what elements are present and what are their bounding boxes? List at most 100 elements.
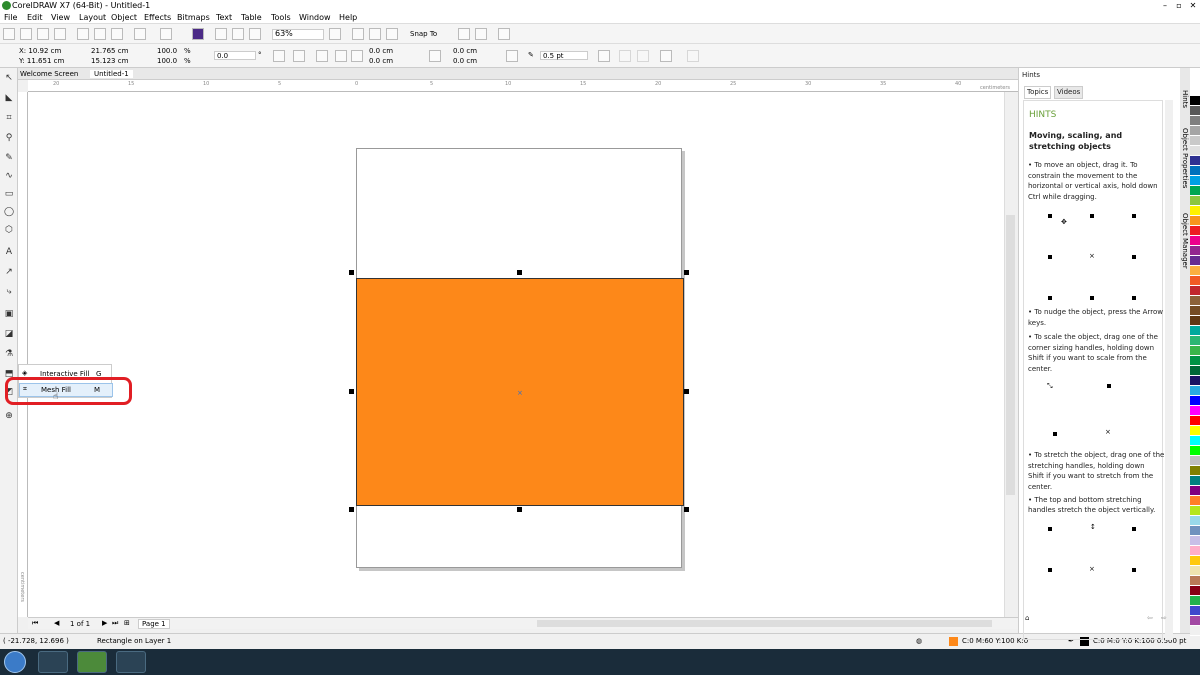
add-tool-icon[interactable]: ⊕ (3, 410, 15, 422)
fill-color-swatch[interactable] (949, 637, 958, 646)
palette-swatch[interactable] (1190, 126, 1200, 136)
palette-swatch[interactable] (1190, 446, 1200, 456)
hints-scrollbar[interactable] (1165, 100, 1173, 640)
text-tool-icon[interactable]: A (3, 246, 15, 258)
page-tab[interactable]: Page 1 (138, 619, 170, 629)
artistic-media-icon[interactable]: ∿ (3, 170, 15, 182)
search-content-icon[interactable] (192, 28, 204, 40)
menu-object[interactable]: Object (111, 13, 137, 22)
palette-swatch[interactable] (1190, 236, 1200, 246)
shape-tool-icon[interactable]: ◣ (3, 92, 15, 104)
palette-swatch[interactable] (1190, 536, 1200, 546)
palette-swatch[interactable] (1190, 556, 1200, 566)
corner-radius-bottom-left[interactable]: 0.0 cm (369, 57, 393, 65)
open-icon[interactable] (20, 28, 32, 40)
tab-topics[interactable]: Topics (1024, 86, 1052, 99)
palette-swatch[interactable] (1190, 376, 1200, 386)
vtab-hints[interactable]: Hints (1181, 90, 1189, 108)
handle-top-center[interactable] (517, 270, 522, 275)
palette-swatch[interactable] (1190, 516, 1200, 526)
hints-back-icon[interactable]: ⇦ (1147, 613, 1153, 624)
relative-corner-scaling-icon[interactable] (506, 50, 518, 62)
palette-swatch[interactable] (1190, 206, 1200, 216)
chamfered-corner-icon[interactable] (351, 50, 363, 62)
tab-welcome-screen[interactable]: Welcome Screen (20, 70, 78, 78)
palette-swatch[interactable] (1190, 436, 1200, 446)
menu-tools[interactable]: Tools (271, 13, 291, 22)
scalloped-corner-icon[interactable] (335, 50, 347, 62)
quick-customize-prop-icon[interactable] (687, 50, 699, 62)
tab-videos[interactable]: Videos (1054, 86, 1084, 99)
ellipse-tool-icon[interactable]: ◯ (3, 206, 15, 218)
palette-swatch[interactable] (1190, 506, 1200, 516)
handle-bottom-center[interactable] (517, 507, 522, 512)
taskbar-corel-capture-icon[interactable] (38, 651, 68, 673)
lock-ratio-icon[interactable] (429, 50, 441, 62)
palette-swatch[interactable] (1190, 356, 1200, 366)
application-launcher-icon[interactable] (475, 28, 487, 40)
palette-swatch[interactable] (1190, 106, 1200, 116)
width-field[interactable]: 21.765 cm (91, 47, 128, 55)
connector-tool-icon[interactable]: ⤷ (3, 286, 15, 298)
palette-swatch[interactable] (1190, 496, 1200, 506)
new-document-icon[interactable] (3, 28, 15, 40)
crop-tool-icon[interactable]: ⌗ (3, 112, 15, 124)
palette-swatch[interactable] (1190, 616, 1200, 626)
handle-top-left[interactable] (349, 270, 354, 275)
palette-swatch[interactable] (1190, 466, 1200, 476)
show-grid-icon[interactable] (369, 28, 381, 40)
snap-to-menu[interactable]: Snap To (410, 30, 437, 38)
outline-width-select[interactable]: 0.5 pt (540, 51, 588, 60)
palette-swatch[interactable] (1190, 316, 1200, 326)
redo-icon[interactable] (160, 28, 172, 40)
options-icon[interactable] (458, 28, 470, 40)
palette-swatch[interactable] (1190, 146, 1200, 156)
palette-swatch[interactable] (1190, 176, 1200, 186)
scale-x-field[interactable]: 100.0 (157, 47, 177, 55)
palette-swatch[interactable] (1190, 596, 1200, 606)
publish-pdf-icon[interactable] (249, 28, 261, 40)
transparency-icon[interactable]: ◪ (3, 328, 15, 340)
rectangle-tool-icon[interactable]: ▭ (3, 188, 15, 200)
palette-swatch[interactable] (1190, 296, 1200, 306)
tab-untitled-1[interactable]: Untitled-1 (90, 70, 133, 78)
handle-bottom-left[interactable] (349, 507, 354, 512)
parallel-dimension-icon[interactable]: ↗ (3, 266, 15, 278)
palette-swatch[interactable] (1190, 196, 1200, 206)
taskbar-coreldraw-icon[interactable] (77, 651, 107, 673)
print-icon[interactable] (54, 28, 66, 40)
menu-layout[interactable]: Layout (79, 13, 106, 22)
palette-swatch[interactable] (1190, 486, 1200, 496)
horizontal-ruler[interactable]: 20 15 10 5 0 5 10 15 20 25 30 35 40 cent… (28, 80, 1018, 92)
text-wrap-icon[interactable] (598, 50, 610, 62)
vertical-scroll-thumb[interactable] (1006, 215, 1015, 495)
palette-swatch[interactable] (1190, 246, 1200, 256)
corner-radius-bottom-right[interactable]: 0.0 cm (453, 57, 477, 65)
quick-customize-icon[interactable] (498, 28, 510, 40)
palette-swatch[interactable] (1190, 256, 1200, 266)
freehand-tool-icon[interactable]: ✎ (3, 152, 15, 164)
corner-radius-top-right[interactable]: 0.0 cm (453, 47, 477, 55)
palette-swatch[interactable] (1190, 336, 1200, 346)
palette-swatch[interactable] (1190, 476, 1200, 486)
palette-swatch[interactable] (1190, 156, 1200, 166)
x-position-field[interactable]: X: 10.92 cm (19, 47, 61, 55)
palette-swatch[interactable] (1190, 566, 1200, 576)
hints-home-icon[interactable]: ⌂ (1025, 613, 1029, 624)
prev-page-icon[interactable]: ◀ (54, 619, 59, 627)
palette-swatch[interactable] (1190, 306, 1200, 316)
palette-swatch[interactable] (1190, 276, 1200, 286)
to-front-icon[interactable] (619, 50, 631, 62)
undo-icon[interactable] (134, 28, 146, 40)
to-back-icon[interactable] (637, 50, 649, 62)
palette-swatch[interactable] (1190, 286, 1200, 296)
show-rulers-icon[interactable] (352, 28, 364, 40)
zoom-level-select[interactable]: 63% (272, 29, 324, 40)
first-page-icon[interactable]: ⏮ (32, 619, 38, 628)
cut-icon[interactable] (77, 28, 89, 40)
close-icon[interactable]: ✕ (1186, 0, 1200, 11)
mirror-vertical-icon[interactable] (293, 50, 305, 62)
add-page-icon[interactable]: ⊞ (124, 619, 130, 627)
center-marker-icon[interactable]: × (517, 389, 523, 397)
palette-swatch[interactable] (1190, 426, 1200, 436)
